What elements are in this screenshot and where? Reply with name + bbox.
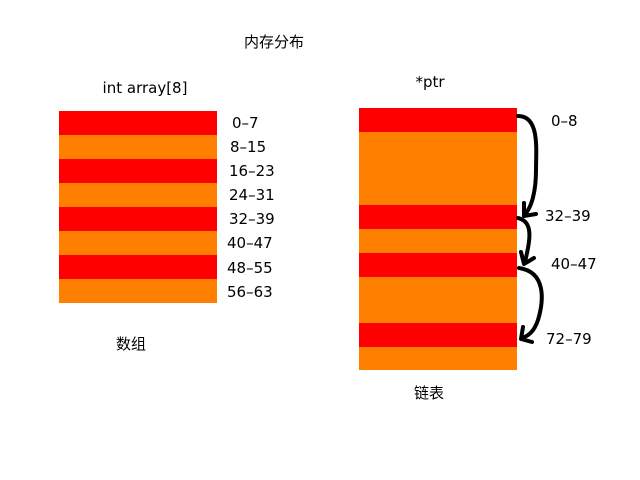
list-caption: 链表 xyxy=(414,384,445,402)
pointer-arrow xyxy=(516,114,539,217)
pointer-arrows xyxy=(516,114,544,344)
